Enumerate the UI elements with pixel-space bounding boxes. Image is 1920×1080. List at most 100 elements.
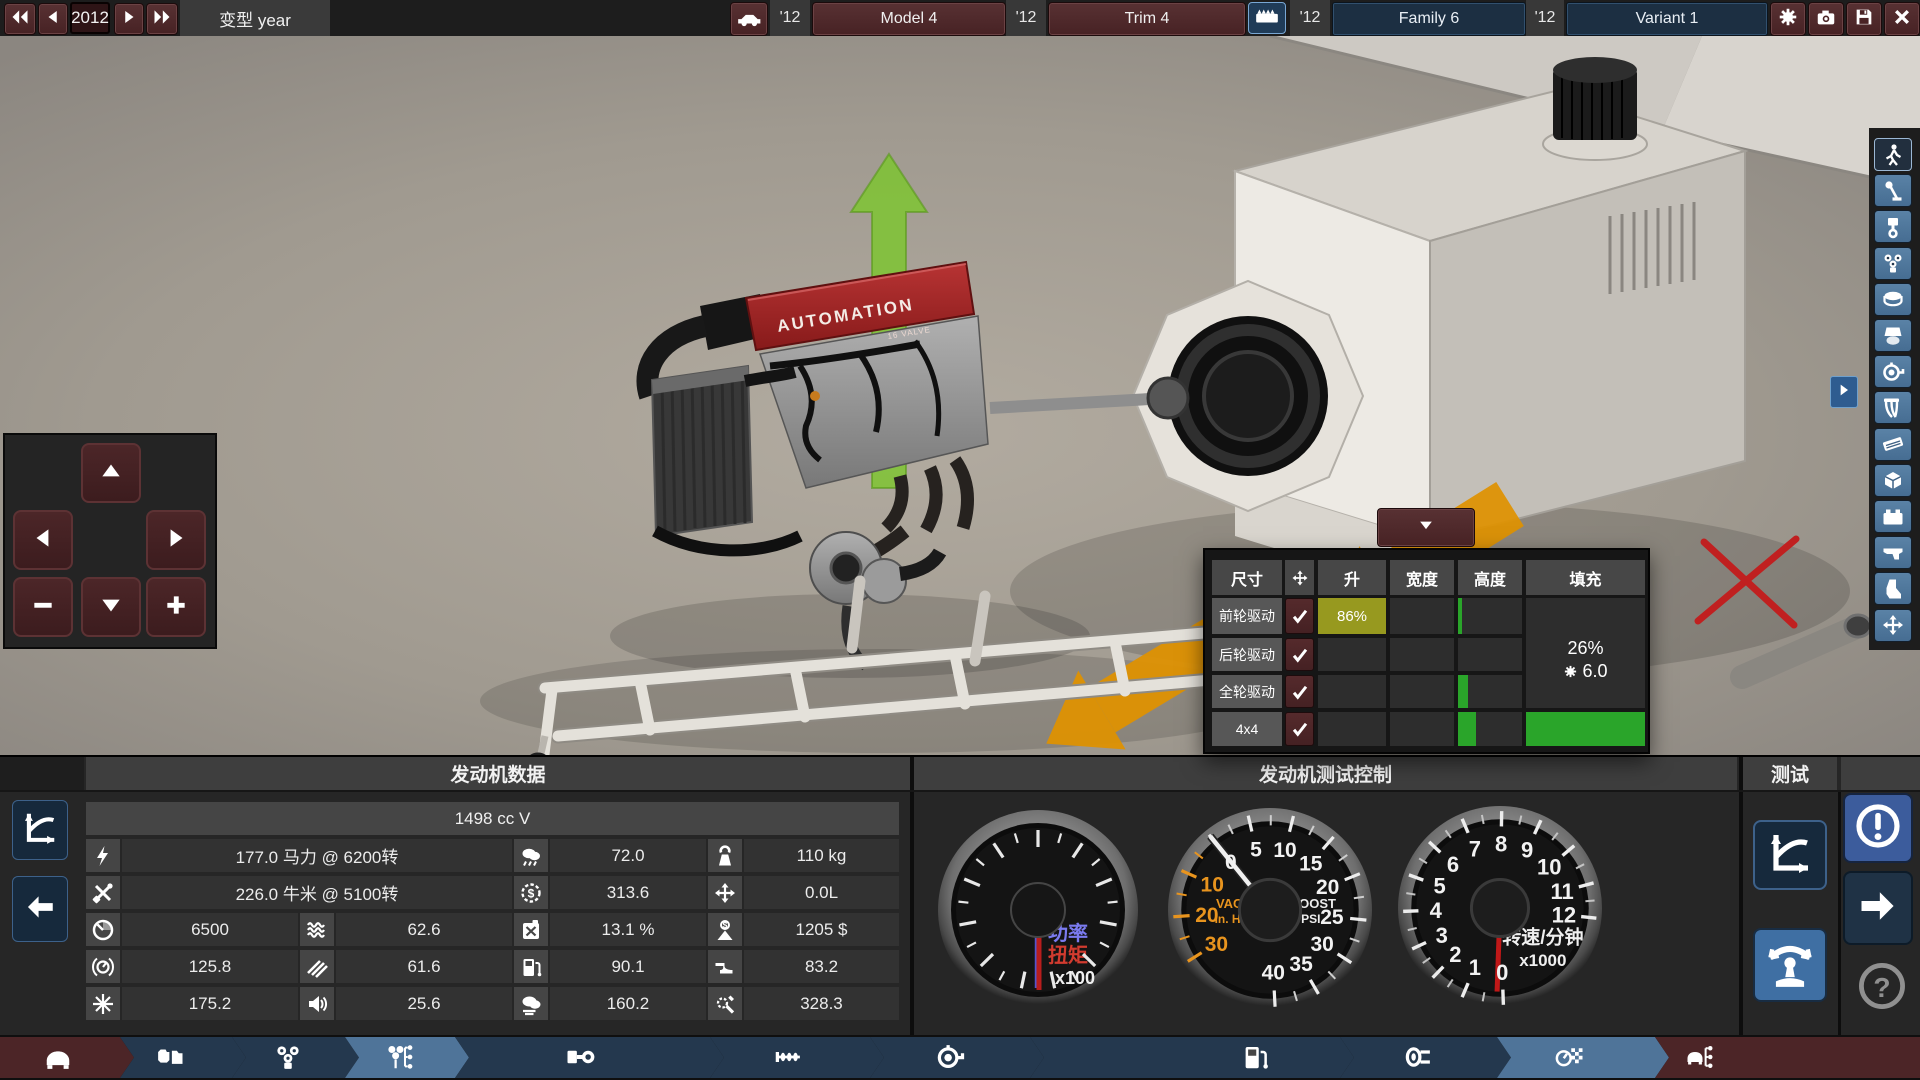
svg-text:10: 10	[1537, 854, 1561, 879]
popup-row-label: 全轮驱动	[1212, 675, 1282, 708]
close-button[interactable]	[1884, 2, 1920, 36]
popup-row-label: 4x4	[1212, 712, 1282, 746]
year-value[interactable]: 2012	[70, 2, 110, 34]
fixture-tool-boot[interactable]	[1874, 572, 1912, 605]
trim-name-button[interactable]: Trim 4	[1048, 2, 1246, 36]
fixture-tool-headers[interactable]	[1874, 391, 1912, 424]
camera-up-button[interactable]	[81, 443, 141, 503]
popup-cell	[1318, 675, 1386, 708]
fixture-tool-piston[interactable]	[1874, 210, 1912, 243]
alert-button[interactable]	[1843, 793, 1913, 863]
fixture-tool-move[interactable]	[1874, 609, 1912, 642]
tab-engine-variant[interactable]	[345, 1037, 469, 1078]
tab-back-to-car[interactable]	[1655, 1037, 1920, 1078]
camera-down-button[interactable]	[81, 577, 141, 637]
settings-button[interactable]	[1770, 2, 1806, 36]
fixture-tool-aircleaner[interactable]	[1874, 283, 1912, 316]
variant-name-button[interactable]: Variant 1	[1566, 2, 1768, 36]
gear-wrench-icon	[708, 987, 742, 1020]
zoom-out-button[interactable]	[13, 577, 73, 637]
svg-text:9: 9	[1521, 837, 1533, 862]
svg-text:$: $	[528, 886, 535, 900]
tab-car[interactable]	[0, 1037, 134, 1078]
exhaust-tab-icon	[1403, 1042, 1433, 1077]
tab-engine-manager[interactable]	[120, 1037, 246, 1078]
manual-control-button[interactable]	[1753, 928, 1827, 1002]
fixture-tool-oilpan[interactable]	[1874, 536, 1912, 569]
toolbar-expander-button[interactable]	[1830, 376, 1858, 408]
popup-collapse-button[interactable]	[1377, 508, 1475, 547]
fixture-tool-battery[interactable]	[1874, 500, 1912, 533]
test-title: 测试	[1743, 757, 1837, 790]
svg-text:4: 4	[1430, 898, 1443, 923]
fixture-tool-engine-pods[interactable]	[1874, 247, 1912, 280]
jerrycan-icon	[514, 913, 548, 946]
top-bar: 2012 变型 year '12 Model 4 '12 Trim 4 '12 …	[0, 0, 1920, 36]
dyno-curve-button[interactable]	[1753, 820, 1827, 890]
fixture-tool-intake[interactable]	[1874, 319, 1912, 352]
popup-checkbox-4x4[interactable]	[1285, 712, 1314, 746]
fixture-tool-block[interactable]	[1874, 464, 1912, 497]
family-name-button[interactable]: Family 6	[1332, 2, 1526, 36]
save-button[interactable]	[1846, 2, 1882, 36]
model-name-button[interactable]: Model 4	[812, 2, 1006, 36]
tab-aspiration[interactable]	[870, 1037, 1044, 1078]
engine-mode-button[interactable]	[1248, 2, 1286, 34]
camera-icon	[1815, 6, 1837, 33]
floppy-icon	[1853, 6, 1875, 33]
fixture-tool-person-walk[interactable]	[1874, 138, 1912, 171]
year-forward-button[interactable]	[114, 3, 144, 35]
fixture-tool-turbo[interactable]	[1874, 355, 1912, 388]
stat-value: 175.2	[122, 987, 298, 1020]
engine-tree-icon	[385, 1042, 415, 1077]
popup-cell	[1390, 638, 1454, 671]
next-button[interactable]	[1843, 871, 1913, 945]
svg-text:5: 5	[1433, 874, 1445, 899]
popup-cell	[1458, 598, 1522, 634]
stat-value: 1205 $	[744, 913, 899, 946]
height-bar	[1458, 675, 1468, 708]
popup-checkbox-前轮驱动[interactable]	[1285, 598, 1314, 634]
zoom-in-button[interactable]	[146, 577, 206, 637]
screenshot-button[interactable]	[1808, 2, 1844, 36]
svg-text:1: 1	[1469, 955, 1481, 980]
tab-testing[interactable]	[1497, 1037, 1669, 1078]
stat-value: 328.3	[744, 987, 899, 1020]
stat-value: 0.0L	[744, 876, 899, 909]
fixture-tool-probe[interactable]	[1874, 174, 1912, 207]
camera-right-button[interactable]	[146, 510, 206, 570]
dollar-person-icon: $	[708, 913, 742, 946]
fuel-pump-icon	[514, 950, 548, 983]
minus-icon	[30, 592, 56, 623]
tools-icon	[86, 876, 120, 909]
popup-checkbox-全轮驱动[interactable]	[1285, 675, 1314, 708]
year-fastforward-button[interactable]	[146, 3, 178, 35]
dollar-gear-icon: $	[514, 876, 548, 909]
tab-fuel-system[interactable]	[1030, 1037, 1354, 1078]
popup-cell	[1318, 638, 1386, 671]
stat-value: 125.8	[122, 950, 298, 983]
svg-text:0: 0	[1496, 960, 1508, 985]
bottom-panel: 发动机数据 发动机测试控制 测试 1498 cc V177.0 马力 @ 620…	[0, 755, 1920, 1035]
fixture-tool-intercooler[interactable]	[1874, 428, 1912, 461]
year-rewind-button[interactable]	[4, 3, 36, 35]
stat-value: 72.0	[550, 839, 706, 872]
tab-top-end[interactable]	[710, 1037, 884, 1078]
svg-text:3: 3	[1436, 923, 1448, 948]
svg-text:20: 20	[1195, 904, 1218, 927]
svg-text:7: 7	[1469, 837, 1481, 862]
svg-text:35: 35	[1289, 953, 1313, 976]
camera-left-button[interactable]	[13, 510, 73, 570]
tab-exhaust[interactable]	[1340, 1037, 1511, 1078]
popup-checkbox-后轮驱动[interactable]	[1285, 638, 1314, 671]
tab-bottom-end[interactable]	[455, 1037, 724, 1078]
popup-header-2: 升	[1318, 560, 1386, 595]
svg-text:0: 0	[1225, 851, 1237, 874]
stat-value: 177.0 马力 @ 6200转	[122, 839, 512, 872]
car-model-button[interactable]	[730, 2, 768, 36]
svg-text:30: 30	[1205, 933, 1228, 956]
year-back-button[interactable]	[38, 3, 68, 35]
tab-engine-family[interactable]	[232, 1037, 359, 1078]
help-button[interactable]: ?	[1851, 953, 1913, 1023]
height-bar	[1458, 712, 1476, 746]
